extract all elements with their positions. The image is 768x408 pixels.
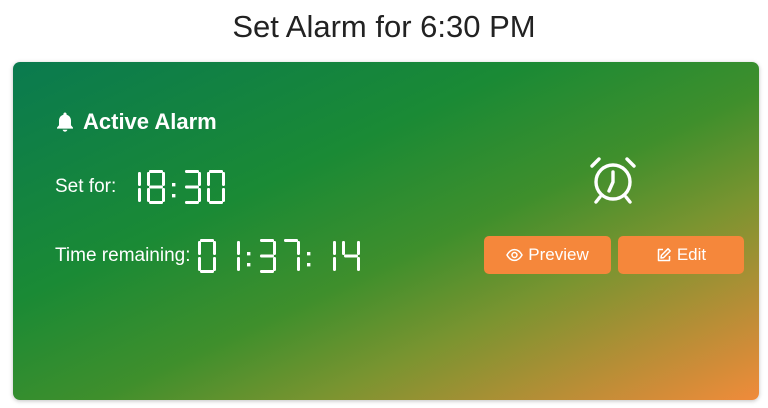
- eye-icon: [506, 248, 524, 262]
- colon: [172, 183, 176, 198]
- card-heading: Active Alarm: [55, 108, 217, 136]
- time-remaining-label: Time remaining:: [55, 245, 191, 266]
- time-remaining-row: Time remaining:: [55, 234, 365, 278]
- card-heading-label: Active Alarm: [83, 109, 217, 134]
- digit: [236, 241, 240, 271]
- alarm-clock-icon: [590, 157, 636, 204]
- time-remaining-value: [197, 238, 365, 274]
- edit-button[interactable]: Edit: [618, 236, 744, 274]
- digit: [147, 170, 166, 204]
- set-for-time: [122, 169, 230, 205]
- digit: [283, 239, 300, 271]
- page-title: Set Alarm for 6:30 PM: [232, 9, 536, 44]
- digit: [341, 241, 360, 271]
- digit: [332, 241, 336, 271]
- colon: [306, 252, 310, 267]
- bell-icon: [57, 112, 73, 132]
- colon: [246, 252, 250, 267]
- digit: [197, 239, 216, 273]
- digit: [259, 239, 276, 273]
- preview-button-label: Preview: [528, 245, 589, 264]
- set-for-label: Set for:: [55, 176, 117, 197]
- set-for-row: Set for:: [55, 165, 230, 209]
- edit-icon: [657, 248, 671, 262]
- edit-button-label: Edit: [676, 245, 707, 264]
- digit: [138, 172, 142, 202]
- digit: [207, 170, 226, 204]
- active-alarm-card: Active Alarm Set for: Time remaining: Pr…: [13, 62, 759, 400]
- preview-button[interactable]: Preview: [484, 236, 611, 274]
- alarm-page: Set Alarm for 6:30 PM Active Alarm Set f…: [0, 0, 768, 408]
- digit: [185, 170, 202, 204]
